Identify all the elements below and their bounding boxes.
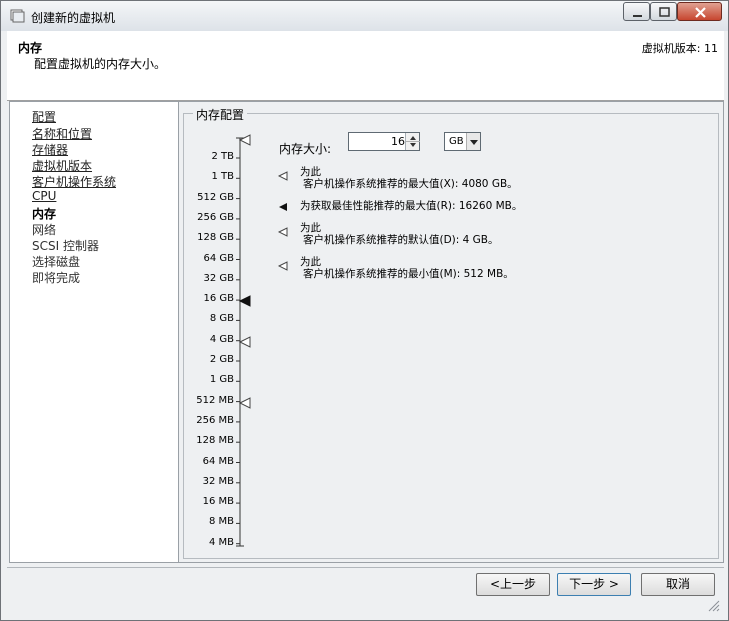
page-title: 内存 (18, 41, 43, 55)
scale-label: 32 GB (203, 272, 234, 284)
memory-config-group: 内存配置 2 TB 1 TB 512 GB 256 GB 128 GB 64 GB 32 G… (183, 106, 719, 559)
memory-size-label: 内存大小: (279, 142, 332, 156)
scale-label: 4 GB (209, 333, 234, 345)
close-button[interactable] (677, 2, 722, 21)
footer-separator (7, 567, 724, 568)
page-header: 内存 配置虚拟机的内存大小。 虚拟机版本: 11 (7, 31, 724, 101)
step-storage[interactable]: 存储器 (32, 141, 68, 158)
step-config[interactable]: 配置 (32, 108, 56, 125)
step-name-location[interactable]: 名称和位置 (32, 125, 92, 142)
wizard-steps-sidebar: 配置 名称和位置 存储器 虚拟机版本 客户机操作系统 CPU 内存 网络 SCS… (9, 101, 179, 563)
scale-label: 128 GB (197, 232, 234, 244)
cancel-button[interactable]: 取消 (641, 573, 715, 596)
hollow-marker-icon (278, 171, 288, 181)
memory-unit-select[interactable]: GB (444, 132, 481, 151)
scale-label: 512 GB (197, 191, 234, 203)
minimize-button[interactable] (623, 2, 650, 21)
minimize-icon (633, 15, 642, 17)
vm-version-label: 虚拟机版本: 11 (641, 42, 718, 55)
scale-label: 512 MB (196, 394, 234, 406)
back-button[interactable]: <上一步 (476, 573, 550, 596)
title-bar: 创建新的虚拟机 (1, 1, 728, 31)
scale-label: 1 TB (211, 171, 234, 183)
step-vm-version[interactable]: 虚拟机版本 (32, 157, 92, 174)
wizard-window: 创建新的虚拟机 内存 配置虚拟机的内存大小。 虚拟机版本: 11 配置 名称和位… (0, 0, 729, 621)
step-guest-os[interactable]: 客户机操作系统 (32, 173, 116, 190)
scale-label: 8 GB (209, 313, 234, 325)
scale-label: 256 MB (196, 414, 234, 426)
maximize-icon (659, 7, 670, 17)
scale-label: 256 GB (197, 211, 234, 223)
chevron-down-icon (470, 140, 478, 145)
step-scsi-controller: SCSI 控制器 (32, 239, 99, 253)
window-title: 创建新的虚拟机 (31, 11, 116, 25)
close-icon (695, 7, 706, 18)
scale-label: 16 GB (203, 293, 234, 305)
scale-label: 4 MB (208, 536, 234, 548)
current-memory-marker[interactable] (238, 295, 251, 307)
min-memory-marker (238, 397, 251, 409)
scale-label: 2 TB (211, 151, 234, 162)
memory-content-panel: 内存配置 2 TB 1 TB 512 GB 256 GB 128 GB 64 GB 32 G… (179, 101, 724, 563)
memory-unit-value: GB (449, 136, 464, 147)
max-memory-marker (238, 134, 251, 146)
hollow-marker-icon (278, 261, 288, 271)
next-button[interactable]: 下一步 > (557, 573, 631, 596)
scale-label: 16 MB (202, 496, 234, 508)
step-ready-to-complete: 即将完成 (32, 271, 81, 285)
spinner-arrows-icon (406, 136, 420, 147)
hollow-marker-icon (278, 227, 288, 237)
scale-label: 64 MB (202, 455, 234, 467)
maximize-button[interactable] (650, 2, 677, 21)
step-cpu[interactable]: CPU (32, 189, 56, 203)
step-select-disk: 选择磁盘 (32, 255, 81, 269)
page-subtitle: 配置虚拟机的内存大小。 (34, 57, 167, 71)
scale-label: 2 GB (209, 354, 234, 365)
vm-app-icon (9, 8, 25, 24)
step-network: 网络 (32, 223, 57, 237)
solid-marker-icon (279, 203, 287, 211)
memory-size-spinner[interactable] (405, 133, 420, 150)
scale-label: 1 GB (209, 374, 234, 386)
scale-label: 64 GB (203, 252, 234, 264)
scale-label: 128 MB (196, 435, 234, 447)
resize-grip-icon[interactable] (706, 598, 720, 612)
scale-label: 32 MB (202, 475, 234, 487)
step-memory: 内存 (32, 207, 57, 221)
default-memory-marker (238, 336, 251, 348)
scale-label: 8 MB (208, 516, 234, 528)
